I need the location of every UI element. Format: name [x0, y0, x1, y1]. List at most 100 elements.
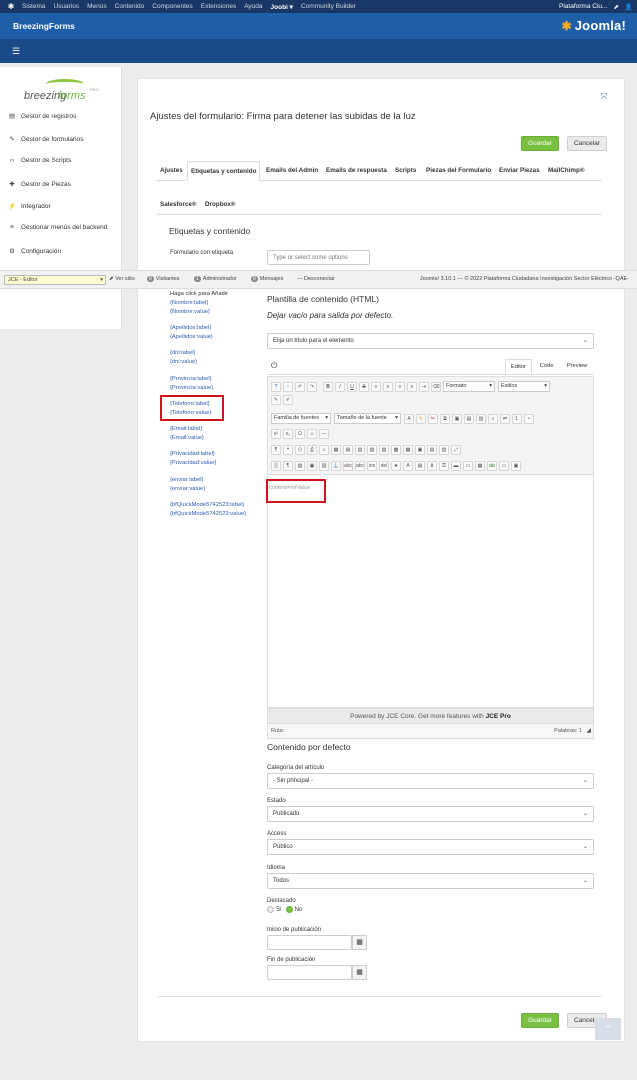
form-label-input[interactable]: Type or select some options [267, 250, 370, 265]
bold-icon[interactable]: B [323, 381, 333, 392]
column-delete-icon[interactable]: ▨ [379, 445, 389, 455]
horizontal-rule-icon[interactable]: — [319, 429, 329, 439]
tab-dropbox[interactable]: Dropbox® [202, 195, 239, 215]
style-icon[interactable]: ▭ [499, 461, 509, 471]
column-insert-icon[interactable]: ▧ [367, 445, 377, 455]
numbered-list-icon[interactable]: ⒈ [512, 413, 522, 424]
user-icon[interactable]: 👤 [625, 3, 633, 11]
star-icon[interactable]: ★ [391, 461, 401, 471]
tab-mailchimp[interactable]: MailChimp® [545, 161, 587, 181]
field-value-token[interactable]: {Email:value} [170, 434, 204, 443]
row-props-icon[interactable]: ▤ [427, 445, 437, 455]
paste-word-icon[interactable]: ▥ [476, 413, 486, 424]
paste-text-icon[interactable]: ▤ [464, 413, 474, 424]
cell-props-icon[interactable]: ▣ [415, 445, 425, 455]
text-color-icon[interactable]: A [404, 413, 414, 424]
readmore-icon[interactable]: ▬ [451, 461, 461, 471]
editor-select[interactable]: JCE - Editor ▾ [4, 275, 106, 285]
align-justify-icon[interactable]: ≡ [407, 381, 417, 392]
strikethrough-icon[interactable]: S [359, 381, 369, 392]
abbr-icon[interactable]: abc [343, 461, 353, 471]
field-label-token[interactable]: {Email:label} [170, 425, 204, 434]
replace-icon[interactable]: ⇄ [500, 413, 510, 424]
table-props-icon[interactable]: ▥ [439, 445, 449, 455]
highlight-icon[interactable]: ✎ [416, 413, 426, 424]
cut-icon[interactable]: ✂ [428, 413, 438, 424]
clear-format-icon[interactable]: ⌫ [431, 381, 441, 392]
tab-editor[interactable]: Editor [505, 359, 532, 374]
powered-pro-link[interactable]: JCE Pro [486, 713, 511, 720]
view-site-link[interactable]: ⬈ Ver sitio [109, 276, 135, 282]
tab-scripts[interactable]: Scripts [392, 161, 419, 181]
table-icon[interactable]: ▦ [331, 445, 341, 455]
row-delete-icon[interactable]: ▥ [355, 445, 365, 455]
paste-icon[interactable]: ▣ [452, 413, 462, 424]
layer-icon[interactable]: ▣ [511, 461, 521, 471]
category-select[interactable]: - Sin principal - ⌄ [267, 773, 594, 789]
field-label-token[interactable]: {Nombre:label} [170, 299, 210, 308]
field-label-token[interactable]: {Provincia:label} [170, 375, 213, 384]
ins-icon[interactable]: ins [367, 461, 377, 471]
format-select[interactable]: Formato ▾ [443, 381, 495, 392]
image-icon[interactable]: ▨ [295, 461, 305, 471]
field-value-token[interactable]: {Nombre:value} [170, 308, 210, 317]
paint-icon[interactable]: ✐ [283, 395, 293, 405]
resize-handle-icon[interactable]: ◢ [586, 727, 591, 734]
featured-no-radio[interactable] [285, 906, 293, 913]
tab-salesforce[interactable]: Salesforce® [157, 195, 200, 215]
tab-code[interactable]: Code [533, 359, 560, 374]
cancel-button[interactable]: Cancelar [567, 136, 607, 151]
font-size-select[interactable]: Tamaño de la fuente ▾ [334, 413, 401, 424]
sidebar-item-scripts[interactable]: ‹› Gestor de Scripts [8, 157, 71, 164]
special-char-icon[interactable]: Ω [295, 429, 305, 439]
source-icon[interactable]: ⟨⟩ [295, 445, 305, 455]
field-value-token[interactable]: {Provincia:value} [170, 384, 213, 393]
new-document-icon[interactable]: ▫ [283, 381, 293, 392]
field-value-token[interactable]: {dni:value} [170, 358, 197, 367]
publish-start-input[interactable] [267, 935, 352, 950]
split-cells-icon[interactable]: ▦ [403, 445, 413, 455]
field-value-token[interactable]: {Apellidos:value} [170, 333, 213, 342]
menu-contenido[interactable]: Contenido [115, 3, 145, 10]
access-select[interactable]: Público ⌄ [267, 839, 594, 855]
media-icon[interactable]: ▣ [307, 461, 317, 471]
field-value-token[interactable]: {bfQuickMode5742523:value} [170, 510, 246, 519]
menu-usuarios[interactable]: Usuarios [53, 3, 79, 10]
tab-preview[interactable]: Preview [562, 359, 592, 374]
styles-select[interactable]: Estilos ▾ [498, 381, 550, 392]
menu-menus[interactable]: Menús [87, 3, 107, 10]
tab-ajustes[interactable]: Ajustes [157, 161, 186, 181]
sidebar-item-pieces[interactable]: ✚ Gestor de Piezas [8, 180, 71, 189]
align-right-icon[interactable]: ≡ [395, 381, 405, 392]
save-button[interactable]: Guardar [521, 136, 559, 151]
editor-content-area[interactable] [267, 474, 594, 708]
anchor-icon[interactable]: ⚓ [331, 461, 341, 471]
hamburger-icon[interactable]: ☰ [12, 46, 20, 57]
align-left-icon[interactable]: ≡ [371, 381, 381, 392]
sidebar-item-records[interactable]: ▤ Gestor de registros [8, 112, 76, 121]
copy-icon[interactable]: ⧉ [440, 413, 450, 424]
redo-icon[interactable]: ↷ [307, 381, 317, 392]
menu-sistema[interactable]: Sistema [22, 3, 45, 10]
download-icon[interactable]: ⬇ [427, 461, 437, 471]
attributes-icon[interactable]: A [403, 461, 413, 471]
menu-community-builder[interactable]: Community Builder [301, 3, 356, 10]
emoticon-icon[interactable]: ☺ [307, 429, 317, 439]
field-label-token[interactable]: {Privacidad:label} [170, 450, 216, 459]
sidebar-item-backend-menus[interactable]: ≡ Gestionar menús del backend [8, 224, 107, 231]
messages-status[interactable]: 0 Mensajes [251, 276, 283, 282]
menu-extensiones[interactable]: Extensiones [201, 3, 236, 10]
visual-aid-icon[interactable]: ▒ [271, 461, 281, 471]
font-family-select[interactable]: Familia de fuentes ▾ [271, 413, 331, 424]
scroll-top-button[interactable]: ⌃ [595, 1018, 621, 1040]
acronym-icon[interactable]: abc [355, 461, 365, 471]
tab-piezas[interactable]: Piezas del Formulario [423, 161, 494, 181]
template-icon[interactable]: ▤ [415, 461, 425, 471]
external-link-icon[interactable]: ⬈ [613, 3, 618, 11]
spellcheck-icon[interactable]: ab [487, 461, 497, 471]
fullscreen-editor-icon[interactable]: ⤢ [451, 445, 461, 455]
user-menu[interactable]: Plataforma Ciu... [559, 3, 607, 10]
show-blocks-icon[interactable]: ¶ [283, 461, 293, 471]
calendar-icon[interactable]: ▦ [352, 965, 367, 980]
search-icon[interactable]: ⌕ [319, 445, 329, 455]
